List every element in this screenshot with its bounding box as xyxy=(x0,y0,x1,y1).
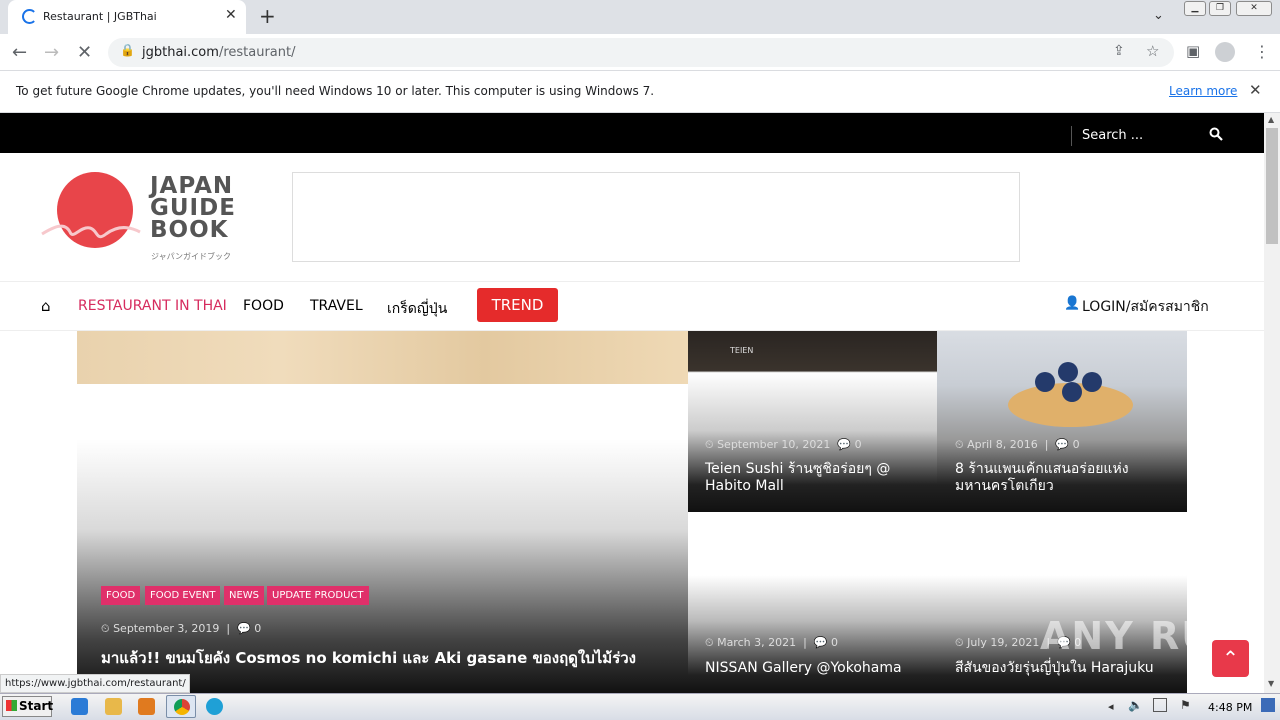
status-bar-url: https://www.jgbthai.com/restaurant/ xyxy=(0,674,190,693)
post-title[interactable]: Teien Sushi ร้านซูชิอร่อยๆ @ Habito Mall xyxy=(705,461,925,495)
post-title[interactable]: 8 ร้านแพนเค้กแสนอร่อยแห่งมหานครโตเกียว xyxy=(955,461,1170,495)
chrome-icon xyxy=(174,699,190,715)
close-window-button[interactable]: ✕ xyxy=(1236,1,1272,16)
bookmark-star-icon[interactable]: ☆ xyxy=(1146,42,1159,60)
restore-button[interactable]: ❐ xyxy=(1209,1,1231,16)
network-icon[interactable] xyxy=(1153,698,1167,712)
loading-spinner-icon xyxy=(22,9,37,24)
search-divider xyxy=(1071,126,1072,146)
forward-arrow-icon[interactable]: → xyxy=(44,42,59,63)
start-button[interactable]: Start xyxy=(2,696,53,717)
address-bar[interactable]: 🔒 jgbthai.com/restaurant/ ⇪ ☆ xyxy=(108,38,1174,67)
show-desktop-icon[interactable] xyxy=(1261,698,1275,712)
nav-item-trend[interactable]: TREND xyxy=(477,288,558,322)
chrome-taskbar-button[interactable] xyxy=(166,695,196,718)
tab-search-chevron-icon[interactable]: ⌄ xyxy=(1153,8,1164,23)
new-tab-button[interactable]: + xyxy=(259,4,276,28)
tray-chevron-icon[interactable]: ◂ xyxy=(1108,700,1114,713)
blueberry xyxy=(1058,362,1078,382)
featured-post[interactable] xyxy=(77,331,688,693)
url-text: jgbthai.com/restaurant/ xyxy=(142,45,296,60)
search-icon[interactable] xyxy=(1209,127,1223,141)
post-meta: ⏲ April 8, 2016 | 💬 0 xyxy=(955,438,1080,451)
side-panel-icon[interactable]: ▣ xyxy=(1186,42,1200,60)
nav-item-food[interactable]: FOOD xyxy=(243,298,284,314)
scroll-to-top-button[interactable]: ⌃ xyxy=(1212,640,1249,677)
close-infobar-icon[interactable]: ✕ xyxy=(1249,81,1262,99)
windows-logo-icon xyxy=(6,700,17,711)
media-player-icon[interactable] xyxy=(138,698,155,715)
home-icon[interactable]: ⌂ xyxy=(41,297,51,315)
infobar-message: To get future Google Chrome updates, you… xyxy=(16,84,655,98)
logo-subtitle: ジャパンガイドブック xyxy=(151,252,231,261)
stop-loading-icon[interactable]: ✕ xyxy=(77,42,92,63)
tab-title: Restaurant | JGBThai xyxy=(43,10,157,23)
edge-icon[interactable] xyxy=(206,698,223,715)
post-meta: ⏲ September 10, 2021 💬 0 xyxy=(705,438,862,451)
volume-icon[interactable]: 🔈 xyxy=(1128,698,1143,712)
category-tag-food[interactable]: FOOD xyxy=(101,586,141,605)
blueberry xyxy=(1035,372,1055,392)
more-menu-icon[interactable]: ⋮ xyxy=(1254,42,1270,61)
scrollbar-thumb[interactable] xyxy=(1266,128,1278,244)
search-input[interactable]: Search ... xyxy=(1082,128,1143,143)
nav-item-trivia[interactable]: เกร็ดญี่ปุ่น xyxy=(387,298,447,320)
logo-swirl-icon xyxy=(41,224,141,239)
restaurant-sign-text: TEIEN xyxy=(730,346,754,355)
post-meta: ⏲ September 3, 2019 | 💬 0 xyxy=(101,622,262,635)
close-tab-icon[interactable]: ✕ xyxy=(225,7,237,23)
minimize-button[interactable]: ▁ xyxy=(1184,1,1206,16)
action-center-flag-icon[interactable]: ⚑ xyxy=(1180,698,1191,712)
login-link[interactable]: LOGIN/สมัครสมาชิก xyxy=(1082,296,1209,318)
site-top-bar xyxy=(0,113,1264,153)
explorer-folder-icon[interactable] xyxy=(105,698,122,715)
ad-banner-placeholder xyxy=(292,172,1020,262)
profile-avatar-icon[interactable] xyxy=(1215,42,1235,62)
share-icon[interactable]: ⇪ xyxy=(1113,43,1125,59)
category-tag-news[interactable]: NEWS xyxy=(224,586,265,605)
scroll-down-arrow-icon[interactable]: ▼ xyxy=(1268,679,1274,688)
browser-tab[interactable]: Restaurant | JGBThai ✕ xyxy=(8,0,246,34)
logo-wordmark[interactable]: JAPAN GUIDE BOOK xyxy=(150,175,236,242)
post-title[interactable]: สีสันของวัยรุ่นญี่ปุ่นใน Harajuku xyxy=(955,660,1154,677)
scroll-up-arrow-icon[interactable]: ▲ xyxy=(1268,115,1274,124)
learn-more-link[interactable]: Learn more xyxy=(1169,84,1237,98)
blueberry xyxy=(1062,382,1082,402)
featured-post-image xyxy=(77,331,688,384)
category-tag-food-event[interactable]: FOOD EVENT xyxy=(145,586,221,605)
lock-icon: 🔒 xyxy=(120,43,135,57)
featured-post-title[interactable]: มาแล้ว!! ขนมโยคัง Cosmos no komichi และ … xyxy=(101,650,636,667)
user-icon: 👤 xyxy=(1064,296,1081,311)
post-meta: ⏲ March 3, 2021 | 💬 0 xyxy=(705,636,838,649)
blueberry xyxy=(1082,372,1102,392)
category-tag-update-product[interactable]: UPDATE PRODUCT xyxy=(267,586,369,605)
browser-toolbar: ← → ✕ 🔒 jgbthai.com/restaurant/ ⇪ ☆ ▣ ⋮ xyxy=(0,34,1280,71)
post-title[interactable]: NISSAN Gallery @Yokohama xyxy=(705,660,902,677)
taskbar-clock[interactable]: 4:48 PM xyxy=(1208,701,1252,714)
nav-item-travel[interactable]: TRAVEL xyxy=(310,298,363,314)
update-infobar: To get future Google Chrome updates, you… xyxy=(0,71,1280,113)
nav-item-restaurant[interactable]: RESTAURANT IN THAI xyxy=(78,298,227,314)
ie-icon[interactable] xyxy=(71,698,88,715)
back-arrow-icon[interactable]: ← xyxy=(12,42,27,63)
